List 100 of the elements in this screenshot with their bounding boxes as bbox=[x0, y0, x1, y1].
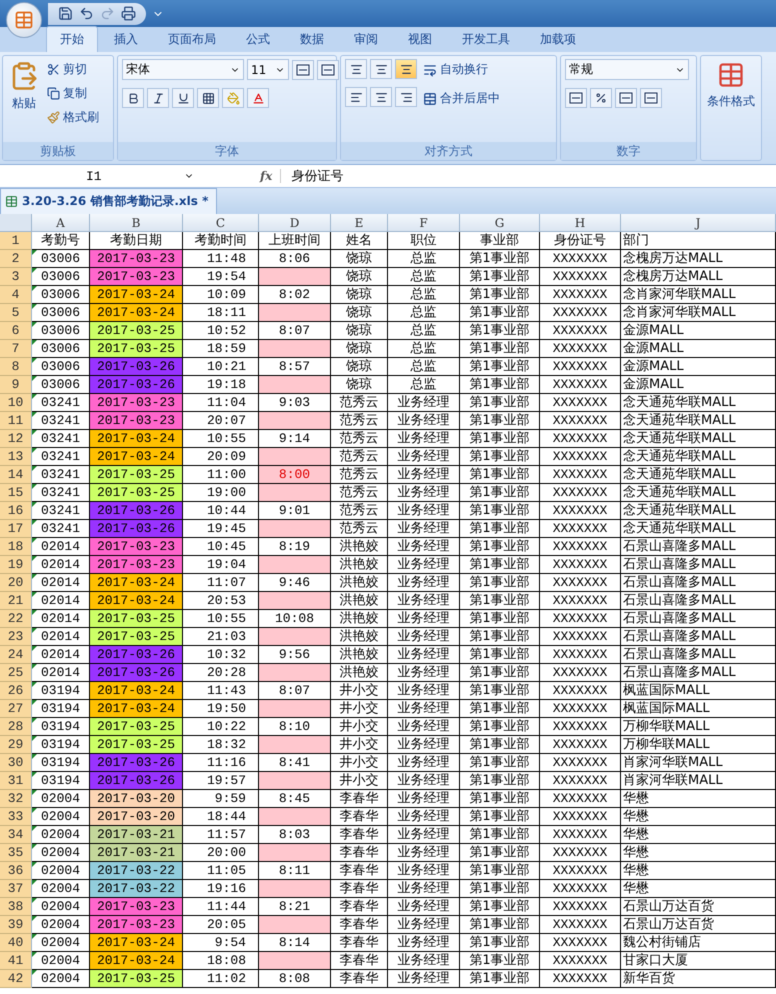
undo-icon[interactable] bbox=[79, 6, 94, 21]
borders-icon[interactable] bbox=[197, 88, 219, 108]
row-header[interactable]: 13 bbox=[0, 448, 32, 466]
align-center-icon[interactable] bbox=[370, 87, 392, 107]
insert-function-button[interactable]: fx bbox=[200, 169, 282, 183]
vertical-align-icon[interactable] bbox=[345, 59, 367, 79]
row-header[interactable]: 11 bbox=[0, 412, 32, 430]
italic-icon[interactable] bbox=[147, 88, 169, 108]
decrease-decimal-icon[interactable] bbox=[640, 88, 662, 108]
name-box[interactable]: I1 bbox=[0, 168, 200, 184]
copy-button[interactable]: 复制 bbox=[45, 83, 101, 104]
column-header[interactable]: J bbox=[621, 214, 776, 232]
bold-icon[interactable] bbox=[122, 88, 144, 108]
fill-color-icon[interactable] bbox=[222, 88, 244, 108]
row-header[interactable]: 15 bbox=[0, 484, 32, 502]
row-header[interactable]: 40 bbox=[0, 934, 32, 952]
align-left-icon[interactable] bbox=[345, 87, 367, 107]
decrease-font-icon[interactable] bbox=[317, 60, 339, 80]
vertical-align-icon[interactable] bbox=[395, 59, 417, 79]
row-header[interactable]: 34 bbox=[0, 826, 32, 844]
row-header[interactable]: 10 bbox=[0, 394, 32, 412]
ribbon-tab[interactable]: 开发工具 bbox=[448, 26, 524, 52]
row-header[interactable]: 23 bbox=[0, 628, 32, 646]
row-header[interactable]: 4 bbox=[0, 286, 32, 304]
column-header[interactable]: C bbox=[183, 214, 259, 232]
ribbon-tab[interactable]: 页面布局 bbox=[154, 26, 230, 52]
number-format-dropdown[interactable]: 常规 bbox=[565, 59, 689, 80]
row-header[interactable]: 42 bbox=[0, 970, 32, 988]
office-button[interactable] bbox=[6, 2, 42, 38]
row-header[interactable]: 17 bbox=[0, 520, 32, 538]
font-size-dropdown[interactable]: 11 bbox=[247, 59, 289, 80]
ribbon-tab[interactable]: 开始 bbox=[46, 26, 98, 52]
currency-icon[interactable] bbox=[565, 88, 587, 108]
merge-center-button[interactable]: 合并后居中 bbox=[421, 88, 502, 109]
row-header[interactable]: 28 bbox=[0, 718, 32, 736]
align-right-icon[interactable] bbox=[395, 87, 417, 107]
font-name-dropdown[interactable]: 宋体 bbox=[122, 59, 244, 80]
print-preview-icon[interactable] bbox=[121, 6, 136, 21]
row-header[interactable]: 38 bbox=[0, 898, 32, 916]
row-header[interactable]: 21 bbox=[0, 592, 32, 610]
table-cell: 李春华 bbox=[331, 880, 388, 898]
row-header[interactable]: 27 bbox=[0, 700, 32, 718]
ribbon-tab[interactable]: 公式 bbox=[232, 26, 284, 52]
underline-icon[interactable] bbox=[172, 88, 194, 108]
row-header[interactable]: 19 bbox=[0, 556, 32, 574]
row-header[interactable]: 39 bbox=[0, 916, 32, 934]
table-cell: 念天通苑华联MALL bbox=[621, 466, 776, 484]
row-header[interactable]: 22 bbox=[0, 610, 32, 628]
column-header[interactable]: A bbox=[32, 214, 90, 232]
row-header[interactable]: 3 bbox=[0, 268, 32, 286]
ribbon-tab[interactable]: 加载项 bbox=[526, 26, 590, 52]
column-header[interactable]: B bbox=[90, 214, 183, 232]
row-header[interactable]: 26 bbox=[0, 682, 32, 700]
column-header[interactable]: D bbox=[259, 214, 331, 232]
row-header[interactable]: 16 bbox=[0, 502, 32, 520]
cut-button[interactable]: 剪切 bbox=[45, 59, 101, 80]
column-header[interactable]: G bbox=[460, 214, 540, 232]
row-header[interactable]: 2 bbox=[0, 250, 32, 268]
wrap-text-button[interactable]: 自动换行 bbox=[421, 59, 502, 80]
save-icon[interactable] bbox=[58, 6, 73, 21]
ribbon-tab[interactable]: 审阅 bbox=[340, 26, 392, 52]
row-header[interactable]: 25 bbox=[0, 664, 32, 682]
row-header[interactable]: 5 bbox=[0, 304, 32, 322]
table-cell: 8:02 bbox=[259, 286, 331, 304]
row-header[interactable]: 32 bbox=[0, 790, 32, 808]
paste-button[interactable]: 粘贴 bbox=[7, 59, 41, 139]
vertical-align-icon[interactable] bbox=[370, 59, 392, 79]
row-header[interactable]: 12 bbox=[0, 430, 32, 448]
row-header[interactable]: 31 bbox=[0, 772, 32, 790]
formula-field[interactable]: 身份证号 bbox=[281, 167, 344, 185]
column-header[interactable]: H bbox=[540, 214, 621, 232]
increase-decimal-icon[interactable] bbox=[615, 88, 637, 108]
ribbon-tab[interactable]: 数据 bbox=[286, 26, 338, 52]
row-header[interactable]: 37 bbox=[0, 880, 32, 898]
row-header[interactable]: 30 bbox=[0, 754, 32, 772]
row-header[interactable]: 9 bbox=[0, 376, 32, 394]
row-header[interactable]: 1 bbox=[0, 232, 32, 250]
row-header[interactable]: 18 bbox=[0, 538, 32, 556]
row-header[interactable]: 24 bbox=[0, 646, 32, 664]
column-header[interactable]: E bbox=[331, 214, 388, 232]
row-header[interactable]: 7 bbox=[0, 340, 32, 358]
column-header[interactable]: F bbox=[388, 214, 460, 232]
row-header[interactable]: 36 bbox=[0, 862, 32, 880]
row-header[interactable]: 6 bbox=[0, 322, 32, 340]
row-header[interactable]: 8 bbox=[0, 358, 32, 376]
row-header[interactable]: 41 bbox=[0, 952, 32, 970]
workbook-tab[interactable]: 3.20-3.26 销售部考勤记录.xls * bbox=[0, 188, 218, 214]
ribbon-tab[interactable]: 视图 bbox=[394, 26, 446, 52]
date-cell: 2017-03-25 bbox=[90, 970, 183, 988]
format-painter-button[interactable]: 格式刷 bbox=[45, 107, 101, 128]
row-header[interactable]: 14 bbox=[0, 466, 32, 484]
row-header[interactable]: 29 bbox=[0, 736, 32, 754]
percent-icon[interactable] bbox=[590, 88, 612, 108]
font-color-icon[interactable] bbox=[247, 88, 269, 108]
increase-font-icon[interactable] bbox=[292, 60, 314, 80]
error-indicator-icon bbox=[32, 592, 37, 597]
row-header[interactable]: 35 bbox=[0, 844, 32, 862]
ribbon-tab[interactable]: 插入 bbox=[100, 26, 152, 52]
row-header[interactable]: 20 bbox=[0, 574, 32, 592]
row-header[interactable]: 33 bbox=[0, 808, 32, 826]
